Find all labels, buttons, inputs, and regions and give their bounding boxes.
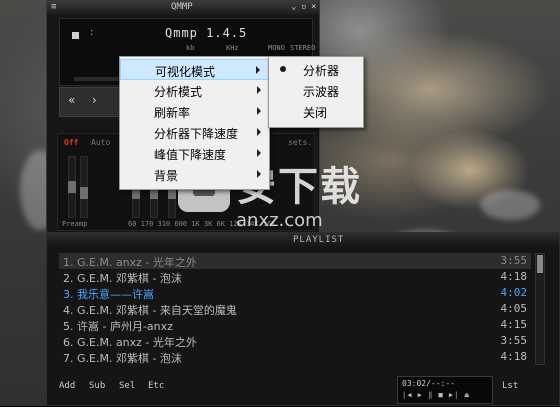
mono-label: MONO: [268, 44, 285, 52]
track-title: 6. G.E.M. anxz - 光年之外: [63, 336, 197, 349]
context-menu: 可视化模式 分析模式 刷新率 分析器下降速度 峰值下降速度 背景: [119, 56, 270, 190]
track-title: 5. 许嵩 - 庐州月-anxz: [63, 320, 173, 333]
menu-item-off[interactable]: 关闭: [269, 101, 363, 122]
kb-label: kb: [186, 44, 195, 52]
table-row[interactable]: 7. G.E.M. 邓紫棋 - 泡沫 4:18: [59, 349, 531, 365]
table-row[interactable]: 2. G.E.M. 邓紫棋 - 泡沫 4:18: [59, 269, 531, 285]
sub-button[interactable]: Sub: [89, 381, 105, 391]
menu-item-analyzer[interactable]: 分析器: [269, 59, 363, 80]
playlist-title: PLAYLIST: [293, 235, 345, 245]
menu-item-label: 示波器: [303, 85, 340, 99]
khz-label: KHz: [226, 44, 239, 52]
table-row[interactable]: 1. G.E.M. anxz - 光年之外 3:55: [59, 253, 531, 269]
menu-item-label: 峰值下降速度: [154, 148, 227, 162]
menu-item-label: 可视化模式: [155, 65, 216, 79]
eq-off-toggle[interactable]: Off: [64, 138, 78, 147]
visualization-submenu: 分析器 示波器 关闭: [268, 56, 364, 128]
track-title: 2. G.E.M. 邓紫棋 - 泡沫: [63, 272, 182, 285]
main-title-bar[interactable]: ≡ QMMP ⌄ ▫ ×: [47, 1, 319, 15]
eq-auto-toggle[interactable]: Auto: [91, 138, 110, 147]
table-row[interactable]: 5. 许嵩 - 庐州月-anxz 4:15: [59, 317, 531, 333]
play-button[interactable]: ›: [92, 93, 97, 107]
track-title: 3. 我乐意——许嵩: [63, 288, 154, 301]
track-duration: 4:18: [500, 270, 528, 283]
track-duration: 3:55: [500, 254, 528, 267]
submenu-arrow-icon: [257, 128, 261, 136]
track-duration: 4:15: [500, 318, 528, 331]
track-duration: 3:55: [500, 334, 528, 347]
track-duration: 4:02: [500, 286, 528, 299]
eq-band-slider[interactable]: [80, 156, 88, 218]
submenu-arrow-icon: [257, 86, 261, 94]
menu-item-label: 刷新率: [154, 106, 191, 120]
playlist-scrollbar[interactable]: [535, 253, 545, 365]
submenu-arrow-icon: [257, 107, 261, 115]
watermark-url: anxz.com: [236, 210, 323, 231]
scrollbar-thumb[interactable]: [537, 255, 543, 273]
window-title: QMMP: [171, 2, 193, 12]
stereo-label: STEREO: [290, 44, 316, 52]
table-row[interactable]: 4. G.E.M. 邓紫棋 - 来自天堂的魔鬼 4:05: [59, 301, 531, 317]
track-duration: 4:05: [500, 302, 528, 315]
close-icon[interactable]: ×: [311, 2, 316, 12]
list-button[interactable]: Lst: [502, 381, 518, 391]
track-title: 7. G.E.M. 邓紫棋 - 泡沫: [63, 352, 182, 365]
eq-presets-button[interactable]: sets.: [288, 138, 312, 147]
menu-item-analyzer-mode[interactable]: 分析模式: [120, 80, 269, 101]
menu-item-oscilloscope[interactable]: 示波器: [269, 80, 363, 101]
track-duration: 4:18: [500, 350, 528, 363]
previous-button[interactable]: «: [68, 93, 75, 107]
menu-icon[interactable]: ≡: [51, 2, 56, 12]
menu-item-analyzer-falloff[interactable]: 分析器下降速度: [120, 122, 269, 143]
submenu-arrow-icon: [257, 170, 261, 178]
playlist-window: PLAYLIST 1. G.E.M. anxz - 光年之外 3:55 2. G…: [46, 232, 560, 406]
track-title: 4. G.E.M. 邓紫棋 - 来自天堂的魔鬼: [63, 304, 237, 317]
menu-item-label: 分析器: [303, 64, 340, 78]
playlist-track-list: 1. G.E.M. anxz - 光年之外 3:55 2. G.E.M. 邓紫棋…: [59, 253, 531, 365]
menu-item-label: 分析器下降速度: [154, 127, 239, 141]
menu-item-label: 分析模式: [154, 85, 203, 99]
submenu-arrow-icon: [256, 66, 260, 74]
preamp-label: Preamp: [62, 220, 88, 228]
etc-button[interactable]: Etc: [148, 381, 164, 391]
table-row[interactable]: 6. G.E.M. anxz - 光年之外 3:55: [59, 333, 531, 349]
menu-item-refresh-rate[interactable]: 刷新率: [120, 101, 269, 122]
playlist-toolbar: Add Sub Sel Etc 03:02/--:-- |◀ ▶ ‖ ■ ▶| …: [47, 371, 559, 407]
menu-item-background[interactable]: 背景: [120, 164, 269, 185]
table-row-current[interactable]: 3. 我乐意——许嵩 4:02: [59, 285, 531, 301]
stop-indicator-icon: [72, 32, 79, 39]
menu-item-label: 背景: [154, 169, 179, 183]
add-button[interactable]: Add: [59, 381, 75, 391]
time-colon: :: [90, 27, 94, 38]
menu-item-visualization-mode[interactable]: 可视化模式: [120, 59, 269, 80]
track-title: 1. G.E.M. anxz - 光年之外: [63, 256, 197, 269]
version-label: Qmmp 1.4.5: [165, 26, 248, 40]
mini-playback-controls[interactable]: |◀ ▶ ‖ ■ ▶| ⏏: [402, 391, 470, 399]
mini-time-display: 03:02/--:--: [402, 379, 455, 388]
shade-icon[interactable]: ▫: [301, 2, 306, 12]
minimize-icon[interactable]: ⌄: [291, 2, 296, 12]
submenu-arrow-icon: [257, 149, 261, 157]
menu-item-label: 关闭: [303, 106, 328, 120]
mini-player: 03:02/--:-- |◀ ▶ ‖ ■ ▶| ⏏: [397, 376, 493, 404]
slider-knob[interactable]: [80, 187, 88, 199]
sel-button[interactable]: Sel: [119, 381, 135, 391]
menu-item-peak-falloff[interactable]: 峰值下降速度: [120, 143, 269, 164]
preamp-slider[interactable]: [68, 156, 76, 218]
playlist-title-bar[interactable]: PLAYLIST: [47, 233, 559, 248]
slider-knob[interactable]: [68, 181, 76, 193]
radio-bullet-icon: [280, 66, 286, 72]
